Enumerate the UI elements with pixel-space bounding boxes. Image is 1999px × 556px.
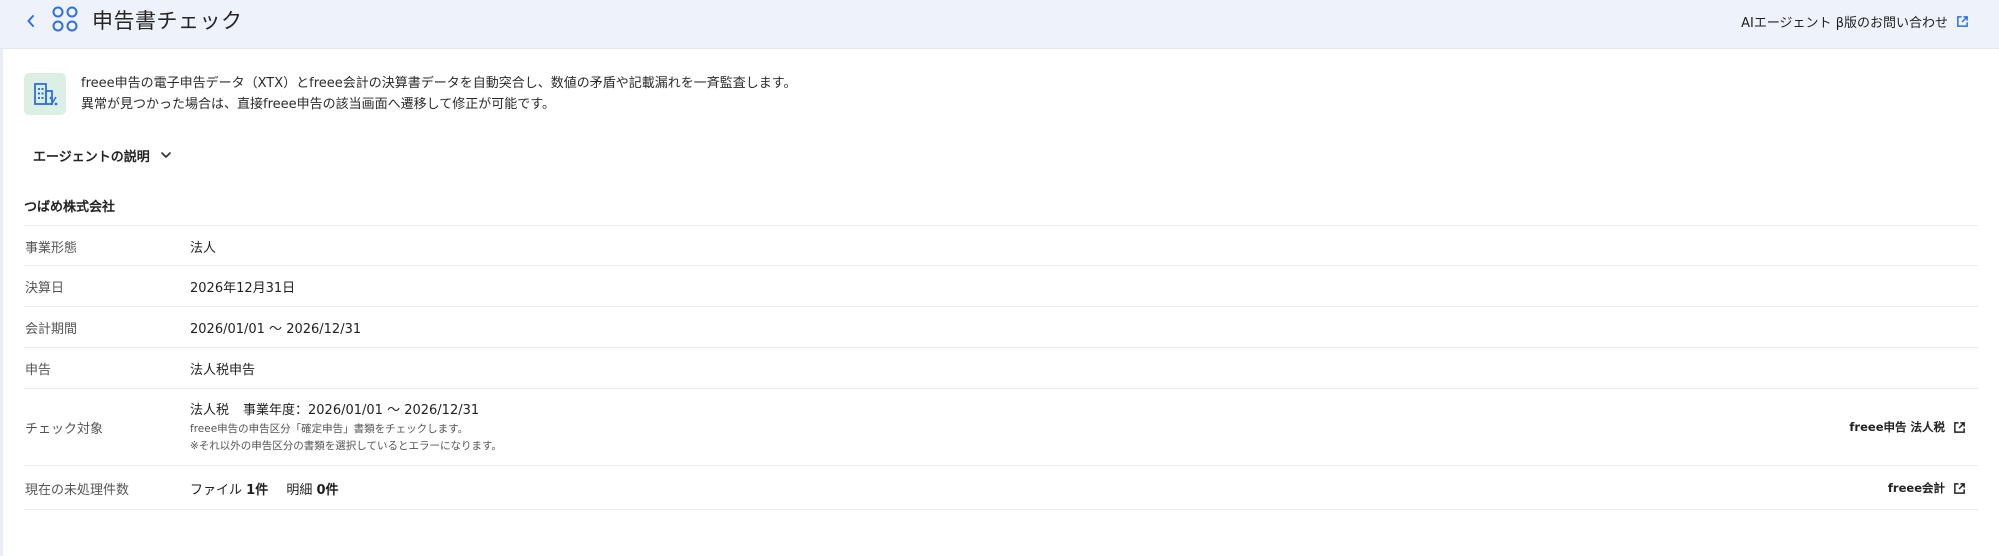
intro-line-2: 異常が見つかった場合は、直接freee申告の該当画面へ遷移して修正が可能です。 bbox=[81, 97, 555, 112]
detail-row-pending: 現在の未処理件数 ファイル 1件 明細 0件 freee会計 bbox=[24, 466, 1978, 510]
check-target-note-2: ※それ以外の申告区分の書類を選択しているとエラーになります。 bbox=[190, 440, 502, 452]
intro-line-1: freee申告の電子申告データ（XTX）とfreee会計の決算書データを自動突合… bbox=[81, 76, 797, 91]
pending-files-count: 1件 bbox=[246, 483, 269, 498]
detail-row-filing: 申告 法人税申告 bbox=[24, 348, 1978, 389]
four-circles-icon bbox=[51, 5, 79, 33]
detail-row-check-target: チェック対象 法人税 事業年度：2026/01/01 〜 2026/12/31 f… bbox=[24, 389, 1978, 466]
detail-row-business-type: 事業形態 法人 bbox=[24, 225, 1978, 266]
details-table: 事業形態 法人 決算日 2026年12月31日 会計期間 2026/01/01 … bbox=[24, 225, 1978, 510]
page-title: 申告書チェック bbox=[92, 9, 243, 33]
pending-value: ファイル 1件 明細 0件 bbox=[190, 479, 339, 498]
check-target-fiscal-year: 事業年度：2026/01/01 〜 2026/12/31 bbox=[243, 403, 480, 418]
row-label: 現在の未処理件数 bbox=[25, 483, 130, 498]
external-link-icon bbox=[1954, 482, 1965, 494]
pending-items-label: 明細 bbox=[286, 483, 313, 498]
chevron-down-icon bbox=[160, 152, 171, 158]
row-value: 法人税申告 bbox=[190, 363, 256, 378]
row-label: 決算日 bbox=[25, 281, 65, 296]
inquiry-link-label: AIエージェント β版のお問い合わせ bbox=[1741, 15, 1948, 31]
row-label: 申告 bbox=[25, 363, 52, 378]
freee-accounting-link[interactable]: freee会計 bbox=[1888, 478, 1966, 498]
detail-row-closing-date: 決算日 2026年12月31日 bbox=[24, 266, 1978, 307]
row-label: 会計期間 bbox=[25, 322, 78, 337]
building-percent-icon bbox=[24, 73, 66, 115]
row-value: 2026/01/01 〜 2026/12/31 bbox=[190, 322, 362, 337]
ai-agent-inquiry-link[interactable]: AIエージェント β版のお問い合わせ bbox=[1741, 10, 1969, 32]
freee-tax-filing-link-label: freee申告 法人税 bbox=[1849, 420, 1945, 434]
external-link-icon bbox=[1954, 421, 1965, 433]
pending-files-label: ファイル bbox=[190, 483, 243, 498]
row-label: 事業形態 bbox=[25, 241, 78, 256]
freee-accounting-link-label: freee会計 bbox=[1887, 481, 1945, 495]
freee-tax-filing-link[interactable]: freee申告 法人税 bbox=[1849, 417, 1966, 437]
agent-description-label: エージェントの説明 bbox=[33, 149, 150, 165]
check-target-note-1: freee申告の申告区分「確定申告」書類をチェックします。 bbox=[190, 423, 469, 435]
agent-description-toggle[interactable]: エージェントの説明 bbox=[33, 144, 172, 166]
row-value: 法人 bbox=[190, 241, 217, 256]
intro-description: freee申告の電子申告データ（XTX）とfreee会計の決算書データを自動突合… bbox=[81, 73, 797, 115]
check-target-value: 法人税 事業年度：2026/01/01 〜 2026/12/31 freee申告の… bbox=[190, 401, 502, 455]
row-value: 2026年12月31日 bbox=[190, 281, 296, 296]
back-button[interactable] bbox=[20, 10, 42, 32]
chevron-left-icon bbox=[27, 15, 34, 27]
detail-row-fiscal-period: 会計期間 2026/01/01 〜 2026/12/31 bbox=[24, 307, 1978, 348]
left-border bbox=[0, 49, 3, 556]
pending-items-count: 0件 bbox=[316, 483, 339, 498]
top-header: 申告書チェック AIエージェント β版のお問い合わせ bbox=[0, 0, 1999, 49]
row-label: チェック対象 bbox=[25, 422, 104, 437]
external-link-icon bbox=[1957, 15, 1968, 27]
check-target-tax: 法人税 bbox=[190, 403, 230, 418]
company-name: つばめ株式会社 bbox=[24, 200, 116, 215]
